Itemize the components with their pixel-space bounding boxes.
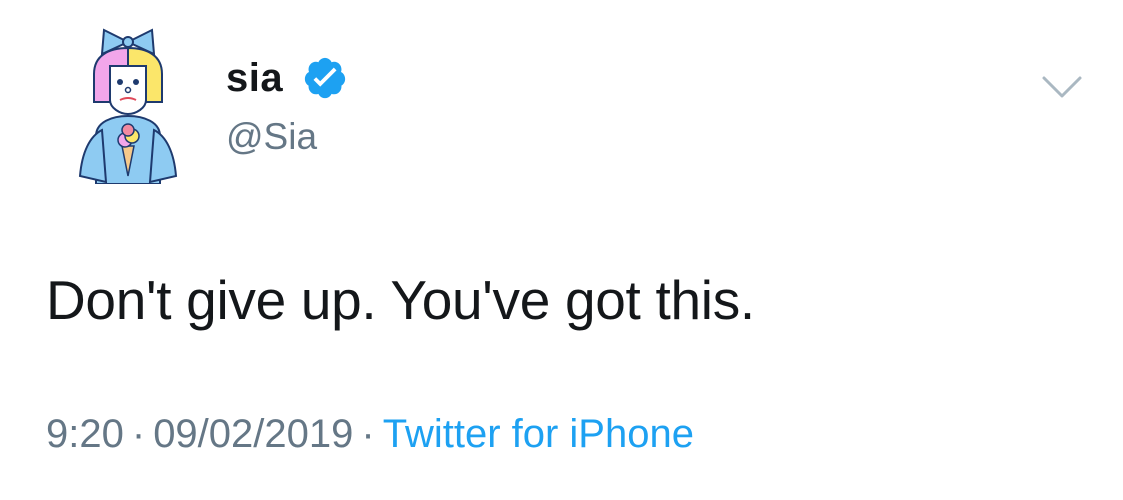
meta-separator: · [131, 412, 146, 456]
chevron-down-icon[interactable] [1040, 72, 1084, 102]
verified-badge-icon [302, 55, 348, 101]
tweet-date[interactable]: 09/02/2019 [153, 412, 353, 456]
avatar[interactable] [72, 26, 184, 184]
tweet-time[interactable]: 9:20 [46, 412, 124, 456]
tweet-card: sia @Sia Don't give up. You've got this.… [0, 0, 1123, 500]
sia-cartoon-avatar-icon [78, 28, 178, 184]
author-handle[interactable]: @Sia [226, 115, 317, 159]
author-display-name[interactable]: sia [226, 56, 283, 100]
meta-separator: · [361, 412, 375, 456]
tweet-text: Don't give up. You've got this. [46, 269, 755, 331]
tweet-meta: 9:20 · 09/02/2019 · Twitter for iPhone [46, 410, 694, 458]
tweet-source-link[interactable]: Twitter for iPhone [383, 412, 694, 456]
